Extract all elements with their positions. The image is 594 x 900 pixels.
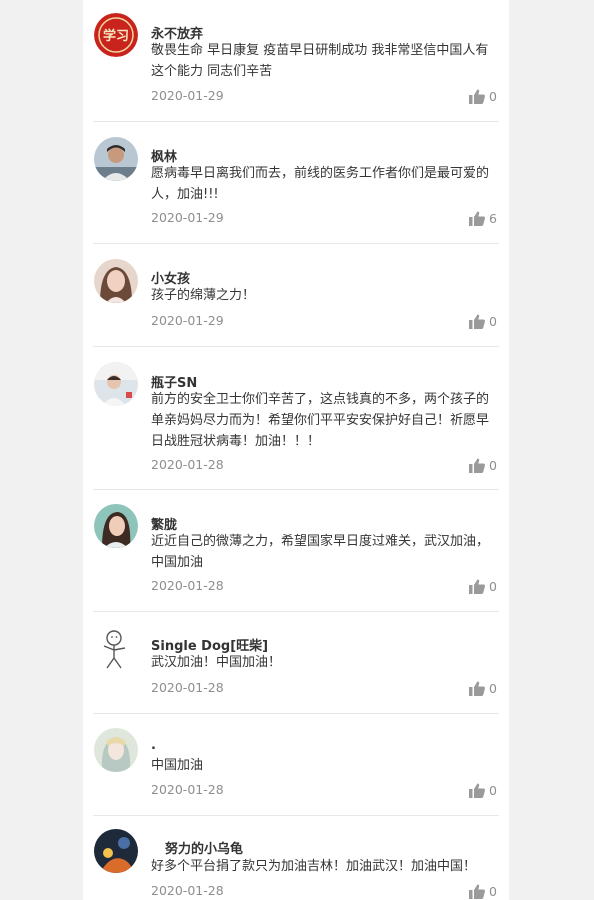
- avatar[interactable]: [94, 626, 138, 670]
- like-count: 0: [489, 458, 497, 473]
- comment-text: 敬畏生命 早日康复 疫苗早日研制成功 我非常坚信中国人有这个能力 同志们辛苦: [151, 43, 489, 79]
- divider: [93, 713, 499, 714]
- thumbs-up-icon: [469, 458, 486, 473]
- comment-text: 前方的安全卫士你们辛苦了，这点钱真的不多，两个孩子的单亲妈妈尽力而为！希望你们平…: [151, 392, 490, 449]
- like-button[interactable]: 0: [469, 89, 497, 104]
- comment-text: 愿病毒早日离我们而去，前线的医务工作者你们是最可爱的人，加油!!!: [151, 166, 490, 202]
- like-count: 0: [489, 884, 497, 899]
- comment-text: 中国加油: [151, 758, 204, 773]
- like-count: 6: [489, 211, 497, 226]
- comment-text: 近近自己的微薄之力，希望国家早日度过难关，武汉加油，中国加油: [151, 534, 490, 570]
- comment-date: 2020-01-28: [151, 457, 224, 472]
- like-button[interactable]: 0: [469, 884, 497, 899]
- comment-date: 2020-01-28: [151, 680, 224, 695]
- comment-author[interactable]: .: [151, 738, 156, 753]
- like-count: 0: [489, 89, 497, 104]
- thumbs-up-icon: [469, 211, 486, 226]
- avatar[interactable]: [94, 728, 138, 772]
- avatar[interactable]: 学习: [94, 13, 138, 57]
- comment-date: 2020-01-29: [151, 210, 224, 225]
- like-button[interactable]: 0: [469, 681, 497, 696]
- thumbs-up-icon: [469, 884, 486, 899]
- comment-date: 2020-01-28: [151, 883, 224, 898]
- like-button[interactable]: 0: [469, 579, 497, 594]
- thumbs-up-icon: [469, 681, 486, 696]
- avatar[interactable]: [94, 137, 138, 181]
- divider: [93, 611, 499, 612]
- like-count: 0: [489, 783, 497, 798]
- divider: [93, 815, 499, 816]
- thumbs-up-icon: [469, 314, 486, 329]
- avatar[interactable]: [94, 259, 138, 303]
- divider: [93, 346, 499, 347]
- comment-date: 2020-01-28: [151, 578, 224, 593]
- thumbs-up-icon: [469, 89, 486, 104]
- comment-author[interactable]: 努力的小乌龟: [165, 838, 243, 857]
- like-button[interactable]: 0: [469, 458, 497, 473]
- divider: [93, 489, 499, 490]
- comment-text: 好多个平台捐了款只为加油吉林！加油武汉！加油中国！: [151, 859, 477, 874]
- svg-text:学习: 学习: [103, 28, 129, 44]
- divider: [93, 243, 499, 244]
- like-button[interactable]: 0: [469, 783, 497, 798]
- thumbs-up-icon: [469, 579, 486, 594]
- comment-date: 2020-01-28: [151, 782, 224, 797]
- comment-list: 学习 永不放弃 敬畏生命 早日康复 疫苗早日研制成功 我非常坚信中国人有这个能力…: [83, 0, 509, 900]
- divider: [93, 121, 499, 122]
- comment-text: 武汉加油！中国加油！: [151, 655, 282, 670]
- comment-date: 2020-01-29: [151, 313, 224, 328]
- thumbs-up-icon: [469, 783, 486, 798]
- avatar[interactable]: [94, 829, 138, 873]
- comment-date: 2020-01-29: [151, 88, 224, 103]
- like-button[interactable]: 0: [469, 314, 497, 329]
- like-count: 0: [489, 579, 497, 594]
- avatar[interactable]: [94, 362, 138, 406]
- avatar[interactable]: [94, 504, 138, 548]
- like-count: 0: [489, 681, 497, 696]
- comment-text: 孩子的绵薄之力！: [151, 288, 256, 303]
- like-count: 0: [489, 314, 497, 329]
- like-button[interactable]: 6: [469, 211, 497, 226]
